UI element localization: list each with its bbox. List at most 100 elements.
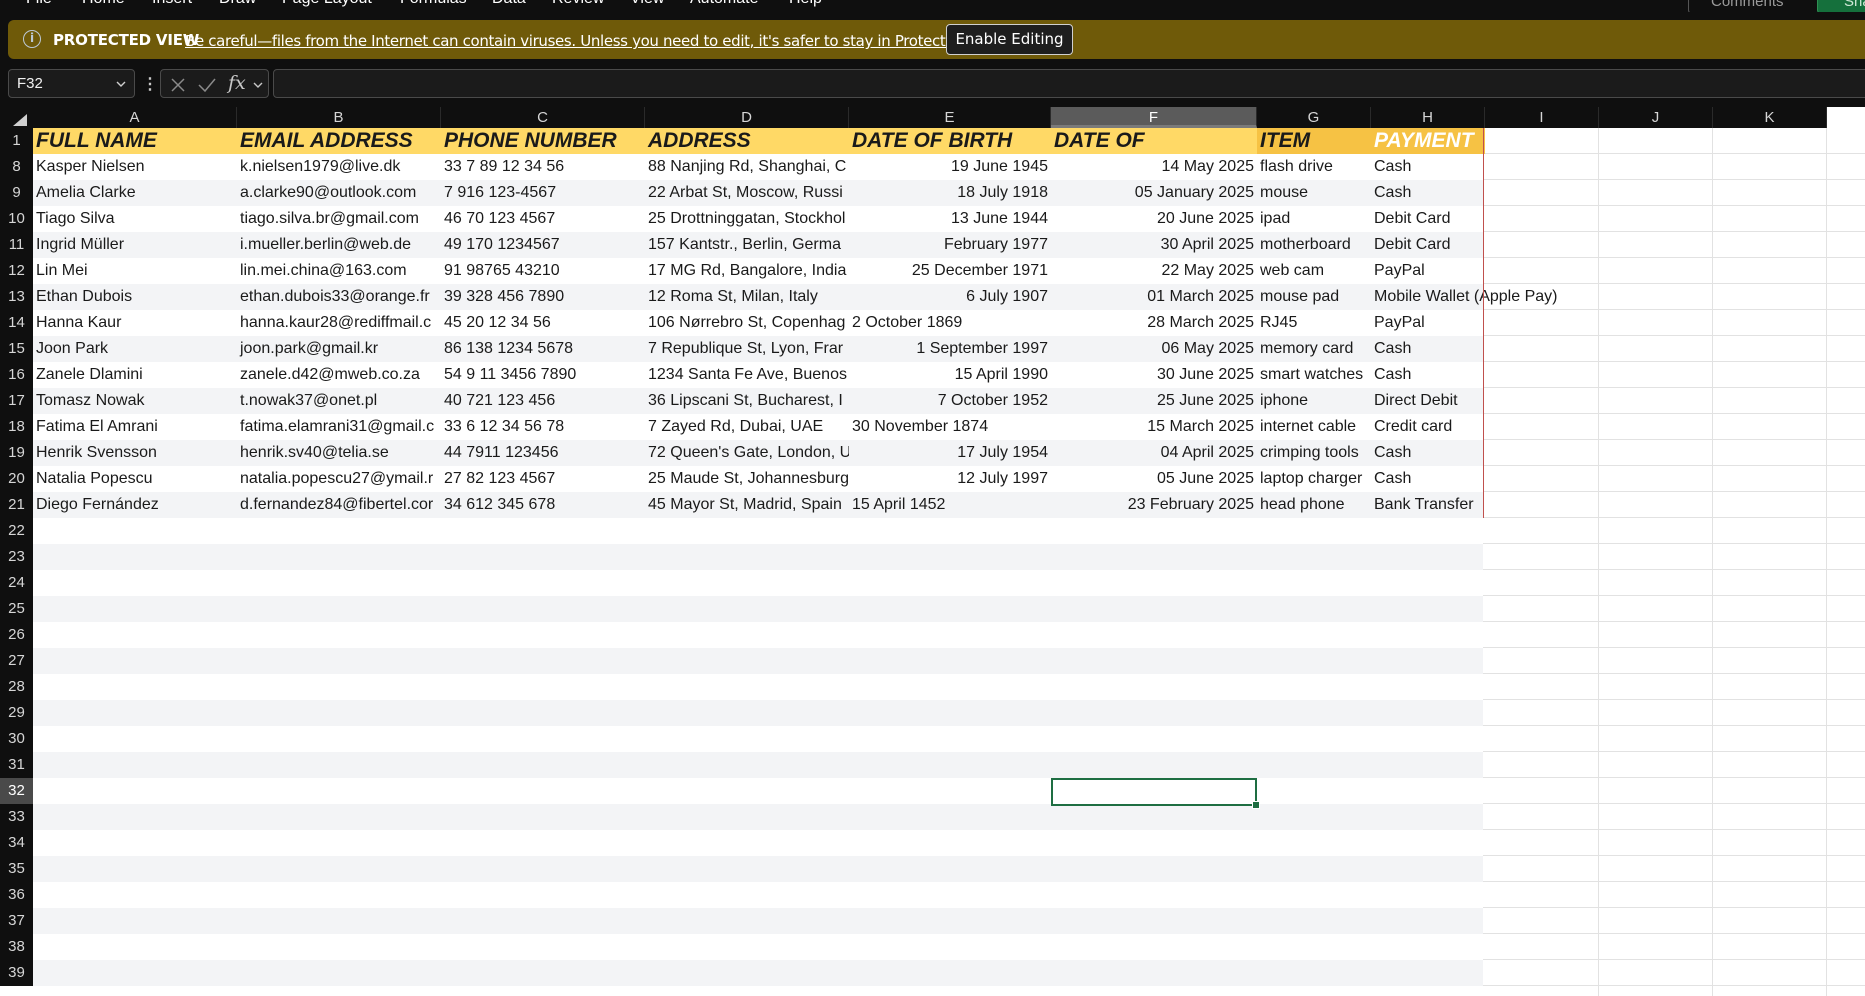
row-header-29[interactable]: 29 bbox=[0, 700, 33, 726]
cell-h21[interactable]: Bank Transfer bbox=[1371, 492, 1631, 518]
cell-f8[interactable]: 14 May 2025 bbox=[1051, 154, 1257, 180]
cell-d16[interactable]: 1234 Santa Fe Ave, Buenos bbox=[645, 362, 849, 388]
cell-f13[interactable]: 01 March 2025 bbox=[1051, 284, 1257, 310]
cell-f12[interactable]: 22 May 2025 bbox=[1051, 258, 1257, 284]
column-header-k[interactable]: K bbox=[1713, 107, 1827, 128]
row-header-10[interactable]: 10 bbox=[0, 206, 33, 232]
cell-g18[interactable]: internet cable bbox=[1257, 414, 1371, 440]
table-header-cell[interactable]: PAYMENT bbox=[1371, 128, 1485, 154]
cell-b17[interactable]: t.nowak37@onet.pl bbox=[237, 388, 441, 414]
cell-h12[interactable]: PayPal bbox=[1371, 258, 1631, 284]
cell-d15[interactable]: 7 Republique St, Lyon, Frar bbox=[645, 336, 849, 362]
row-header-21[interactable]: 21 bbox=[0, 492, 33, 518]
cell-c19[interactable]: 44 7911 123456 bbox=[441, 440, 645, 466]
cell-d13[interactable]: 12 Roma St, Milan, Italy bbox=[645, 284, 849, 310]
row-header-19[interactable]: 19 bbox=[0, 440, 33, 466]
column-header-i[interactable]: I bbox=[1485, 107, 1599, 128]
cell-a17[interactable]: Tomasz Nowak bbox=[33, 388, 237, 414]
row-header-18[interactable]: 18 bbox=[0, 414, 33, 440]
row-header-9[interactable]: 9 bbox=[0, 180, 33, 206]
cell-g16[interactable]: smart watches bbox=[1257, 362, 1371, 388]
menu-tab-draw[interactable]: Draw bbox=[219, 0, 256, 8]
cell-b19[interactable]: henrik.sv40@telia.se bbox=[237, 440, 441, 466]
cell-b9[interactable]: a.clarke90@outlook.com bbox=[237, 180, 441, 206]
column-header-a[interactable]: A bbox=[33, 107, 237, 128]
cell-e11[interactable]: February 1977 bbox=[849, 232, 1051, 258]
table-header-cell[interactable]: PHONE NUMBER bbox=[441, 128, 645, 154]
cell-d14[interactable]: 106 Nørrebro St, Copenhag bbox=[645, 310, 849, 336]
cell-b10[interactable]: tiago.silva.br@gmail.com bbox=[237, 206, 441, 232]
cell-f11[interactable]: 30 April 2025 bbox=[1051, 232, 1257, 258]
row-header-15[interactable]: 15 bbox=[0, 336, 33, 362]
row-header-33[interactable]: 33 bbox=[0, 804, 33, 830]
cell-h9[interactable]: Cash bbox=[1371, 180, 1631, 206]
cell-d20[interactable]: 25 Maude St, Johannesburg bbox=[645, 466, 849, 492]
cell-g19[interactable]: crimping tools bbox=[1257, 440, 1371, 466]
cell-a21[interactable]: Diego Fernández bbox=[33, 492, 237, 518]
cell-c12[interactable]: 91 98765 43210 bbox=[441, 258, 645, 284]
cell-f15[interactable]: 06 May 2025 bbox=[1051, 336, 1257, 362]
row-header-36[interactable]: 36 bbox=[0, 882, 33, 908]
active-cell-f32[interactable] bbox=[1051, 778, 1257, 806]
cell-e17[interactable]: 7 October 1952 bbox=[849, 388, 1051, 414]
column-header-b[interactable]: B bbox=[237, 107, 441, 128]
cell-d10[interactable]: 25 Drottninggatan, Stockhol bbox=[645, 206, 849, 232]
cell-f14[interactable]: 28 March 2025 bbox=[1051, 310, 1257, 336]
cell-d11[interactable]: 157 Kantstr., Berlin, Germa bbox=[645, 232, 849, 258]
column-header-c[interactable]: C bbox=[441, 107, 645, 128]
menu-tab-page-layout[interactable]: Page Layout bbox=[282, 0, 372, 8]
cell-h20[interactable]: Cash bbox=[1371, 466, 1631, 492]
chevron-down-icon[interactable] bbox=[116, 79, 126, 89]
column-header-d[interactable]: D bbox=[645, 107, 849, 128]
row-header-28[interactable]: 28 bbox=[0, 674, 33, 700]
cell-d8[interactable]: 88 Nanjing Rd, Shanghai, C bbox=[645, 154, 849, 180]
row-header-35[interactable]: 35 bbox=[0, 856, 33, 882]
cell-b11[interactable]: i.mueller.berlin@web.de bbox=[237, 232, 441, 258]
cell-a15[interactable]: Joon Park bbox=[33, 336, 237, 362]
row-header-38[interactable]: 38 bbox=[0, 934, 33, 960]
row-header-14[interactable]: 14 bbox=[0, 310, 33, 336]
cell-a8[interactable]: Kasper Nielsen bbox=[33, 154, 237, 180]
cell-f19[interactable]: 04 April 2025 bbox=[1051, 440, 1257, 466]
cell-b14[interactable]: hanna.kaur28@rediffmail.c bbox=[237, 310, 441, 336]
menu-tab-file[interactable]: File bbox=[26, 0, 52, 8]
table-header-cell[interactable]: DATE OF BIRTH bbox=[849, 128, 1051, 154]
cancel-x-icon[interactable] bbox=[169, 76, 187, 94]
cell-g8[interactable]: flash drive bbox=[1257, 154, 1371, 180]
row-header-11[interactable]: 11 bbox=[0, 232, 33, 258]
menu-tab-review[interactable]: Review bbox=[552, 0, 604, 8]
enable-editing-button[interactable]: Enable Editing bbox=[946, 24, 1073, 55]
cell-e21[interactable]: 15 April 1452 bbox=[849, 492, 1051, 518]
table-header-cell[interactable]: FULL NAME bbox=[33, 128, 237, 154]
cell-b21[interactable]: d.fernandez84@fibertel.cor bbox=[237, 492, 441, 518]
cell-c14[interactable]: 45 20 12 34 56 bbox=[441, 310, 645, 336]
cell-c21[interactable]: 34 612 345 678 bbox=[441, 492, 645, 518]
menu-tab-view[interactable]: View bbox=[630, 0, 664, 8]
table-header-cell[interactable]: ITEM bbox=[1257, 128, 1371, 154]
cell-h17[interactable]: Direct Debit bbox=[1371, 388, 1631, 414]
cell-f17[interactable]: 25 June 2025 bbox=[1051, 388, 1257, 414]
menu-tab-home[interactable]: Home bbox=[82, 0, 125, 8]
cell-g10[interactable]: ipad bbox=[1257, 206, 1371, 232]
cell-e10[interactable]: 13 June 1944 bbox=[849, 206, 1051, 232]
cell-b12[interactable]: lin.mei.china@163.com bbox=[237, 258, 441, 284]
column-header-j[interactable]: J bbox=[1599, 107, 1713, 128]
row-header-22[interactable]: 22 bbox=[0, 518, 33, 544]
table-header-cell[interactable]: ADDRESS bbox=[645, 128, 849, 154]
cell-e14[interactable]: 2 October 1869 bbox=[849, 310, 1051, 336]
cell-a20[interactable]: Natalia Popescu bbox=[33, 466, 237, 492]
column-header-h[interactable]: H bbox=[1371, 107, 1485, 128]
cell-a9[interactable]: Amelia Clarke bbox=[33, 180, 237, 206]
row-header-37[interactable]: 37 bbox=[0, 908, 33, 934]
cell-h10[interactable]: Debit Card bbox=[1371, 206, 1631, 232]
menu-tab-insert[interactable]: Insert bbox=[152, 0, 192, 8]
cell-g17[interactable]: iphone bbox=[1257, 388, 1371, 414]
cell-f9[interactable]: 05 January 2025 bbox=[1051, 180, 1257, 206]
row-header-8[interactable]: 8 bbox=[0, 154, 33, 180]
row-header-34[interactable]: 34 bbox=[0, 830, 33, 856]
cell-a10[interactable]: Tiago Silva bbox=[33, 206, 237, 232]
cell-e13[interactable]: 6 July 1907 bbox=[849, 284, 1051, 310]
cell-b13[interactable]: ethan.dubois33@orange.fr bbox=[237, 284, 441, 310]
column-header-f[interactable]: F bbox=[1051, 107, 1257, 128]
row-header-23[interactable]: 23 bbox=[0, 544, 33, 570]
